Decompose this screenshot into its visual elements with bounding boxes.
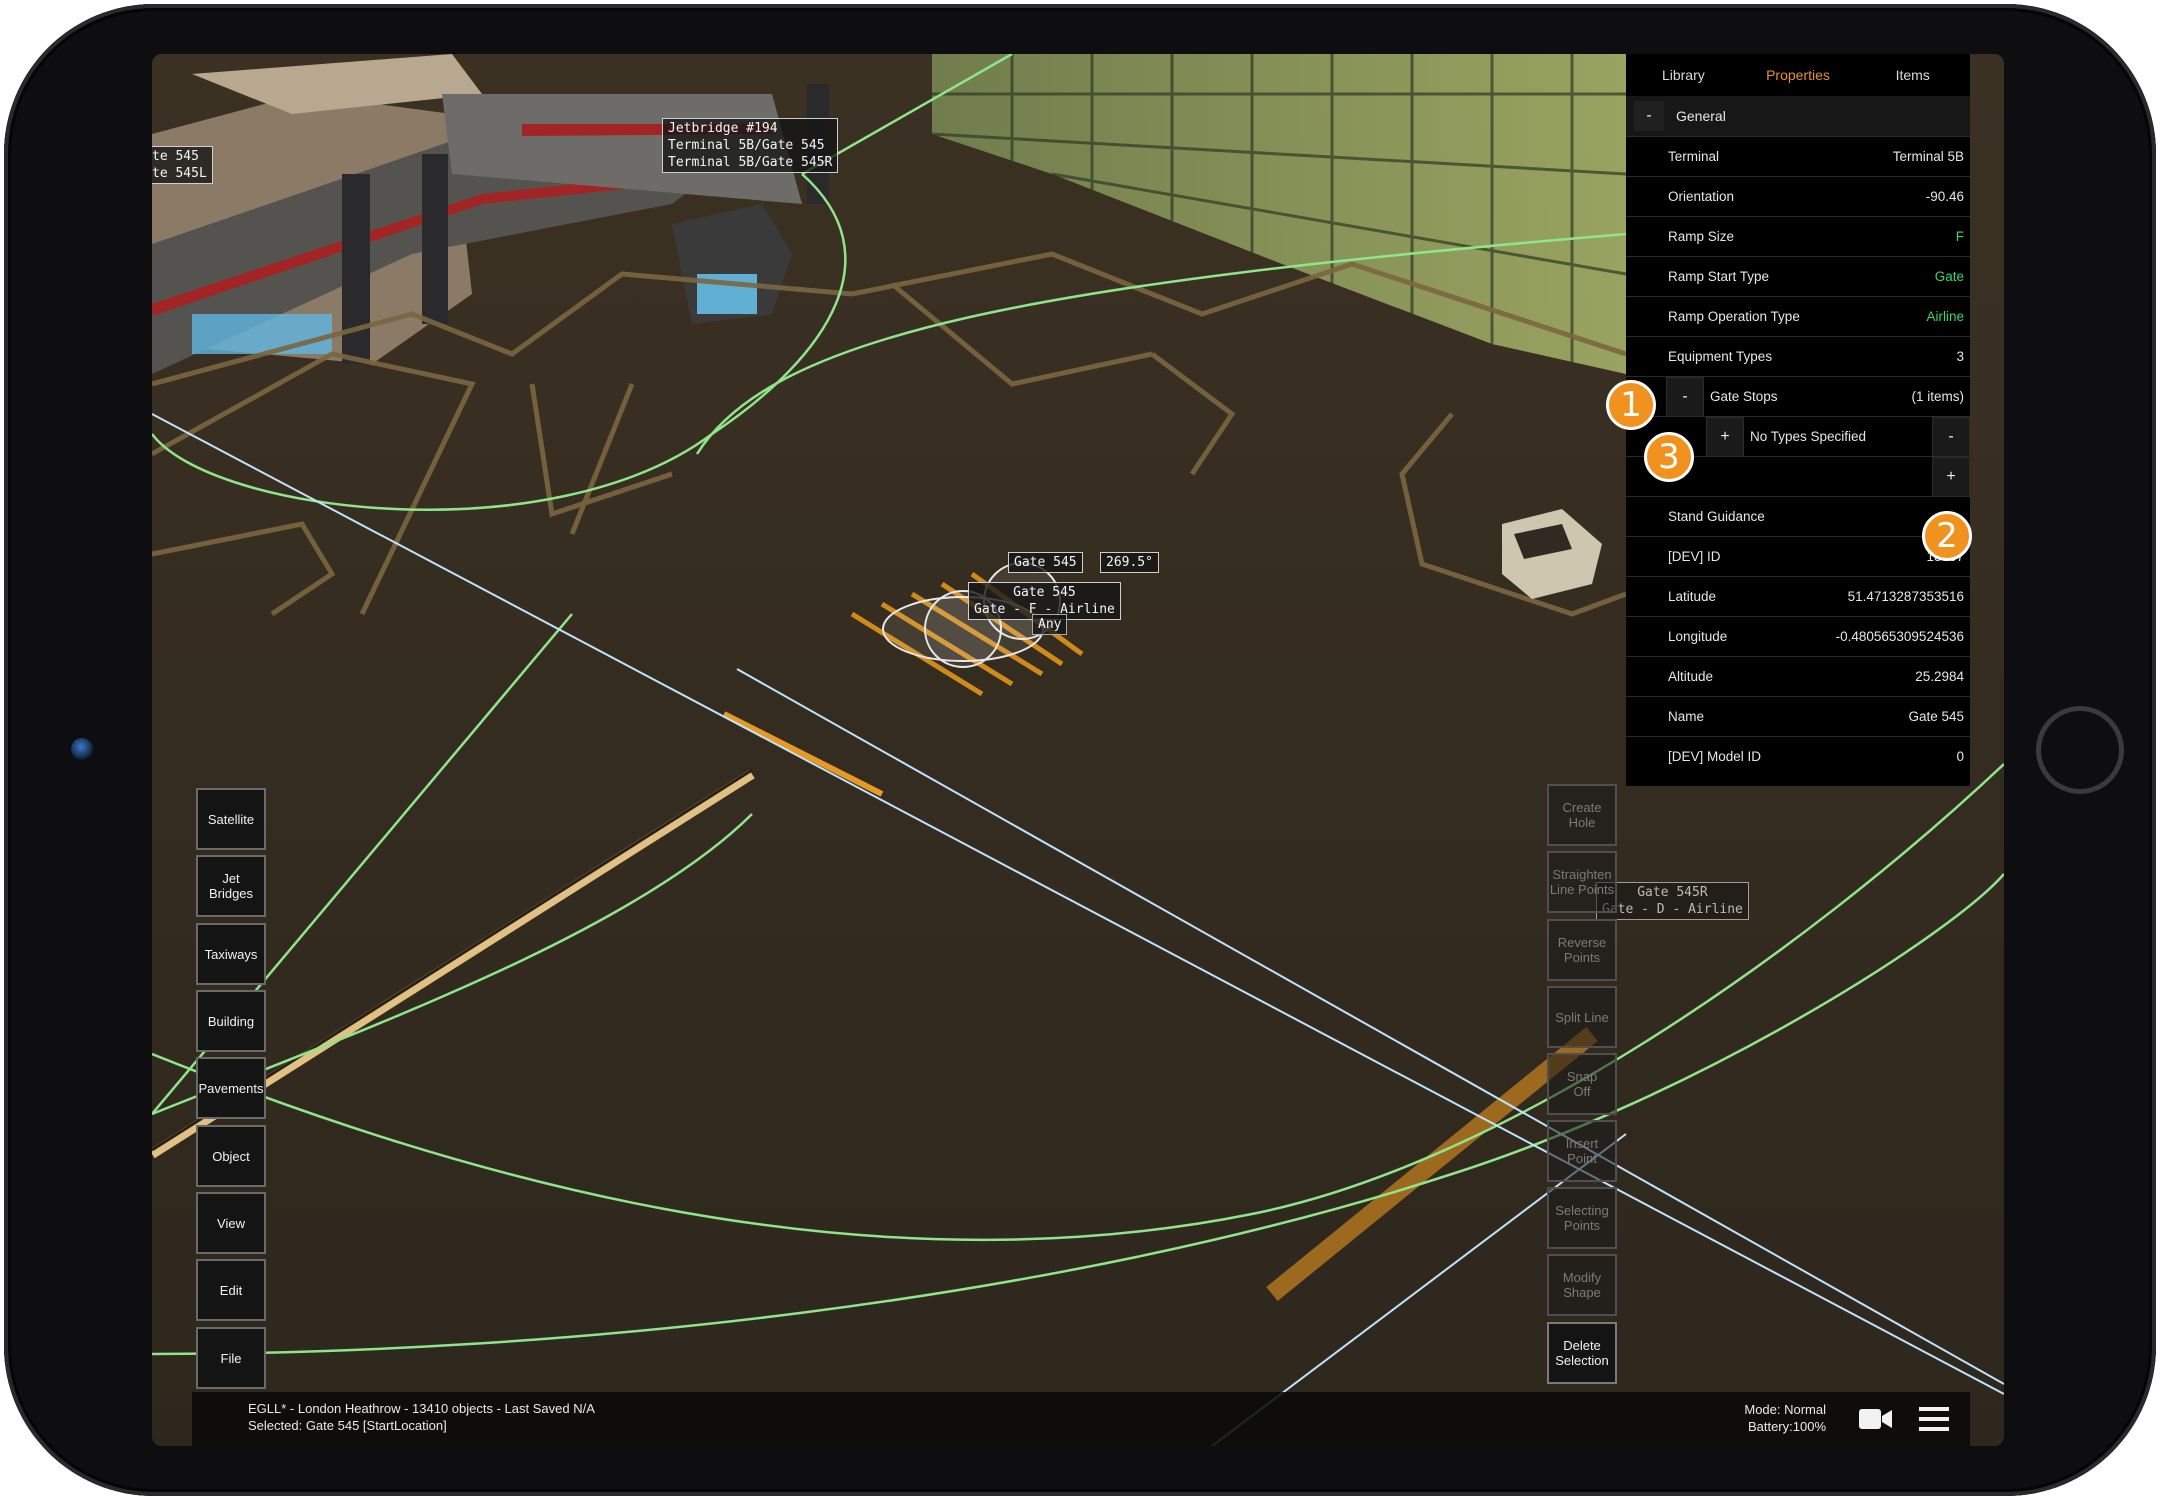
- project-status-text: EGLL* - London Heathrow - 13410 objects …: [248, 1401, 595, 1416]
- property-value: 0: [1956, 749, 1964, 764]
- property-label: Altitude: [1668, 669, 1714, 684]
- property-value: Gate 545: [1908, 709, 1964, 724]
- property-label: Name: [1668, 709, 1705, 724]
- property-label: Ramp Size: [1668, 229, 1735, 244]
- stand-any-label: Any: [1032, 614, 1068, 635]
- app-screen: Jetbridge #194 Terminal 5B/Gate 545 Term…: [152, 54, 2004, 1446]
- gate-stop-item-label: No Types Specified: [1750, 429, 1867, 444]
- reverse-points-button[interactable]: Reverse Points: [1547, 919, 1617, 981]
- property-label: Terminal: [1668, 149, 1720, 164]
- properties-panel: Library Properties Items - General Termi…: [1626, 54, 1970, 786]
- building-button[interactable]: Building: [196, 990, 266, 1052]
- jet-bridges-button[interactable]: Jet Bridges: [196, 855, 266, 917]
- camera-icon[interactable]: [1858, 1405, 1894, 1433]
- property-row-equipment-types[interactable]: Equipment Types 3: [1626, 336, 1970, 376]
- object-button[interactable]: Object: [196, 1125, 266, 1187]
- property-value: F: [1955, 229, 1964, 244]
- property-label: Equipment Types: [1668, 349, 1773, 364]
- callout-badge-1: 1: [1606, 380, 1656, 430]
- property-row-name[interactable]: Name Gate 545: [1626, 696, 1970, 736]
- tab-properties[interactable]: Properties: [1741, 67, 1856, 83]
- heading-label: 269.5°: [1100, 552, 1159, 573]
- property-row-dev-id[interactable]: [DEV] ID13057: [1626, 536, 1970, 576]
- straighten-line-points-button[interactable]: Straighten Line Points: [1547, 851, 1617, 913]
- gate-545r-label: Gate 545R Gate - D - Airline: [1596, 882, 1749, 920]
- property-value: Terminal 5B: [1892, 149, 1964, 164]
- property-row-ramp-start-type[interactable]: Ramp Start Type Gate: [1626, 256, 1970, 296]
- property-value: -0.480565309524536: [1835, 629, 1964, 644]
- mode-text: Mode: Normal: [1744, 1402, 1826, 1417]
- collapse-general-button[interactable]: -: [1634, 101, 1664, 131]
- add-gate-stop-button[interactable]: +: [1932, 457, 1970, 497]
- pavements-button[interactable]: Pavements: [196, 1057, 266, 1119]
- selection-status-text: Selected: Gate 545 [StartLocation]: [248, 1418, 447, 1433]
- property-row-ramp-operation-type[interactable]: Ramp Operation Type Airline: [1626, 296, 1970, 336]
- panel-tabs: Library Properties Items: [1626, 54, 1970, 96]
- property-label: Ramp Start Type: [1668, 269, 1770, 284]
- property-row-altitude[interactable]: Altitude 25.2984: [1626, 656, 1970, 696]
- property-label: [DEV] ID: [1668, 549, 1721, 564]
- property-row-orientation[interactable]: Orientation -90.46: [1626, 176, 1970, 216]
- general-section-title: General: [1676, 108, 1726, 124]
- tab-items[interactable]: Items: [1855, 67, 1970, 83]
- property-value: -90.46: [1925, 189, 1964, 204]
- selecting-points-button[interactable]: Selecting Points: [1547, 1187, 1617, 1249]
- satellite-button[interactable]: Satellite: [196, 788, 266, 850]
- view-button[interactable]: View: [196, 1192, 266, 1254]
- property-value: 3: [1956, 349, 1964, 364]
- property-label: Orientation: [1668, 189, 1735, 204]
- gate-stops-label: Gate Stops: [1710, 389, 1778, 404]
- home-button[interactable]: [2036, 706, 2124, 794]
- menu-icon[interactable]: [1918, 1405, 1950, 1433]
- property-label: [DEV] Model ID: [1668, 749, 1762, 764]
- property-value: Airline: [1926, 309, 1964, 324]
- tablet-device: Jetbridge #194 Terminal 5B/Gate 545 Term…: [0, 0, 2160, 1500]
- remove-gate-stop-button[interactable]: -: [1932, 417, 1970, 457]
- property-row-terminal[interactable]: Terminal Terminal 5B: [1626, 136, 1970, 176]
- property-value: 25.2984: [1915, 669, 1964, 684]
- property-row-dev-model-id[interactable]: [DEV] Model ID 0: [1626, 736, 1970, 776]
- front-camera: [71, 738, 93, 760]
- collapse-gate-stops-button[interactable]: -: [1666, 377, 1704, 417]
- jetbridge-label: Jetbridge #194 Terminal 5B/Gate 545 Term…: [662, 118, 839, 173]
- create-hole-button[interactable]: Create Hole: [1547, 784, 1617, 846]
- property-label: Longitude: [1668, 629, 1728, 644]
- property-row-longitude[interactable]: Longitude -0.480565309524536: [1626, 616, 1970, 656]
- split-line-button[interactable]: Split Line: [1547, 986, 1617, 1048]
- general-section-header[interactable]: - General: [1626, 96, 1970, 136]
- property-label: Latitude: [1668, 589, 1717, 604]
- taxiways-button[interactable]: Taxiways: [196, 923, 266, 985]
- gate-545-label: Gate 545: [1008, 552, 1083, 573]
- status-bar: EGLL* - London Heathrow - 13410 objects …: [192, 1392, 1970, 1446]
- property-value: 51.4713287353516: [1847, 589, 1964, 604]
- battery-text: Battery:100%: [1747, 1419, 1826, 1434]
- snap-off-button[interactable]: Snap Off: [1547, 1053, 1617, 1115]
- property-row-latitude[interactable]: Latitude 51.4713287353516: [1626, 576, 1970, 616]
- property-row-ramp-size[interactable]: Ramp Size F: [1626, 216, 1970, 256]
- property-label: Ramp Operation Type: [1668, 309, 1800, 324]
- callout-badge-3: 3: [1644, 432, 1694, 482]
- gate-545l-label: te 545 te 545L: [152, 146, 213, 184]
- insert-point-button[interactable]: Insert Point: [1547, 1120, 1617, 1182]
- edit-button[interactable]: Edit: [196, 1259, 266, 1321]
- modify-shape-button[interactable]: Modify Shape: [1547, 1254, 1617, 1316]
- callout-badge-2: 2: [1922, 511, 1972, 561]
- property-label: Stand Guidance: [1668, 509, 1765, 524]
- gate-stops-row[interactable]: - Gate Stops (1 items): [1626, 376, 1970, 417]
- expand-gate-stop-button[interactable]: +: [1706, 417, 1744, 457]
- gate-stops-count: (1 items): [1911, 389, 1964, 404]
- tab-library[interactable]: Library: [1626, 67, 1741, 83]
- property-value: Gate: [1934, 269, 1964, 284]
- property-row-stand-guidance[interactable]: Stand Guidance: [1626, 496, 1970, 536]
- file-button[interactable]: File: [196, 1327, 266, 1389]
- delete-selection-button[interactable]: Delete Selection: [1547, 1322, 1617, 1384]
